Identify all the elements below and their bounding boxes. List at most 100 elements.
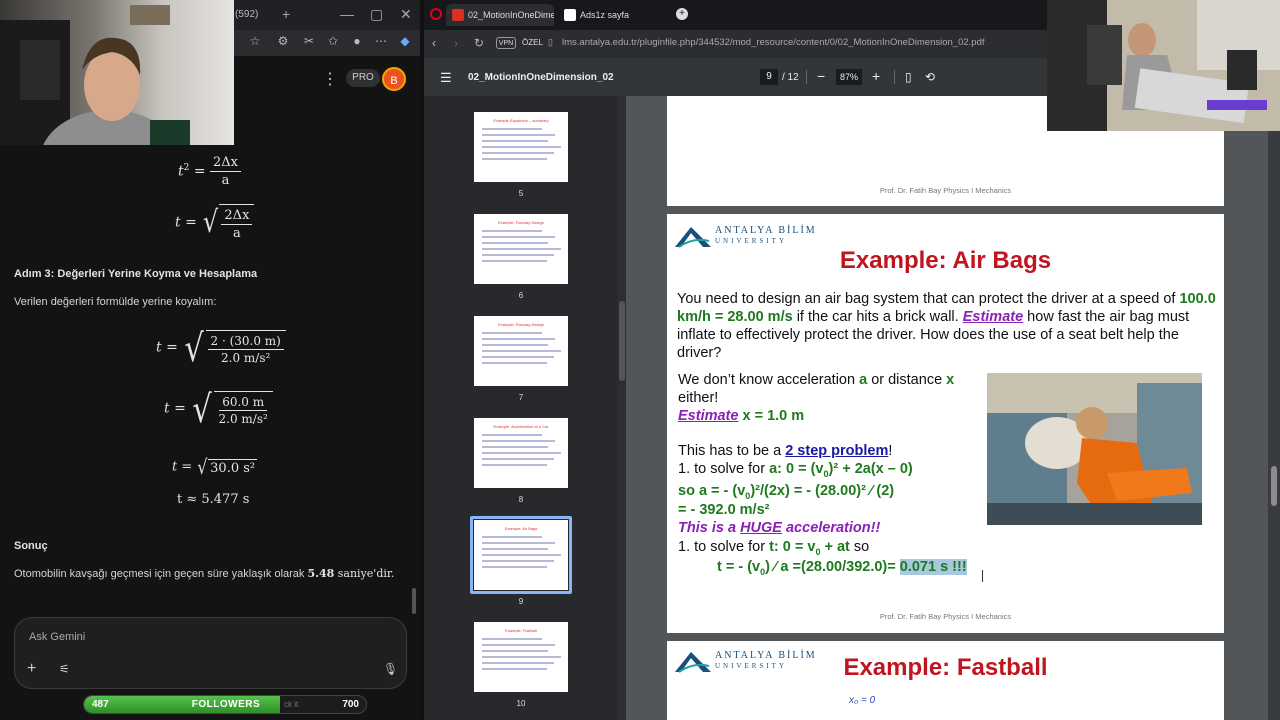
pdf-tab-icon [452,9,464,21]
toolbar-divider [806,70,807,84]
thumbnail-page-5[interactable]: Example Equations – summary [474,112,568,182]
p2-var-a: a [859,372,868,388]
menu-icon[interactable]: ☰ [440,70,452,86]
profile-icon[interactable]: ● [350,34,364,48]
p2-var-x: x [946,372,955,388]
thumbnail-line [482,134,555,136]
thumbnail-line [482,668,547,670]
followers-goal-bar: ck it 487 FOLLOWERS 700 [83,695,367,714]
eq4-num: 60.0 m [219,395,268,411]
thumbnail-page-6[interactable]: Example: Runway Design [474,214,568,284]
site-info-icon[interactable]: ▯ [548,37,553,48]
fit-page-icon[interactable]: ▯ [905,70,912,84]
mic-icon[interactable]: 🎙 [383,662,398,676]
thumbnail-line [482,644,555,646]
thumbnail-line [482,146,561,148]
step3-heading: Adım 3: Değerleri Yerine Koyma ve Hesapl… [14,268,258,280]
equation-t-sqrt: t = √ 2Δx a [175,204,255,241]
thumbnail-line [482,236,555,238]
zoom-input[interactable]: 87% [836,69,862,85]
pro-badge[interactable]: PRO [346,69,380,87]
result-text: Otomobilin kavşağı geçmesi için geçen sü… [14,567,394,580]
rotate-icon[interactable]: ⟲ [925,70,935,84]
thumbnail-line [482,128,542,130]
star-icon[interactable]: ☆ [248,34,262,48]
s1-eq: : 0 = (v [777,461,824,477]
p2-either: either! [678,390,719,406]
webcam-face-image [0,5,190,145]
private-label: ÖZEL [522,38,543,47]
s1-var: a [769,461,778,477]
pdf-viewer[interactable]: Prof. Dr. Fatih Bay Physics I Mechanics … [626,96,1280,720]
thumbnail-page-10[interactable]: Example: Fastball [474,622,568,692]
screenshot-icon[interactable]: ✂ [302,34,316,48]
opera-logo-icon[interactable] [430,8,442,20]
thumbnail-line [482,650,548,652]
minimize-icon[interactable]: — [340,6,354,22]
reload-icon[interactable]: ↻ [474,36,484,50]
huge-b: HUGE [740,520,782,536]
equation-substitute: t = √ 2 · (30.0 m) 2.0 m/s² [156,329,286,367]
logo-text: ANTALYA BİLİM [715,225,817,236]
webcam-room-image [1047,0,1280,131]
add-icon[interactable]: + [27,660,36,678]
thumbnail-line [482,248,561,250]
thumbnail-page-7[interactable]: Example: Runway Design [474,316,568,386]
close-icon[interactable]: ✕ [400,6,412,23]
eq5-value: 30.0 s² [208,458,258,476]
thumbnail-scrollbar[interactable] [618,96,626,720]
toolbar-divider-2 [894,70,895,84]
kebab-menu-icon[interactable]: ⋮ [322,69,338,89]
tab-count: (592) [235,9,259,20]
zoom-in-icon[interactable]: + [872,68,880,84]
huge-a: This is a [678,520,741,536]
tools-icon[interactable]: ⚟ [59,662,70,676]
so-line2: )²/(2x) = - (28.00)² ⁄ (2) [750,483,895,499]
tab-ads-label: Ads1z sayfa [580,10,630,20]
viewer-scrollbar[interactable] [1268,96,1280,720]
thumbnail-selection [470,516,572,594]
s1-label: 1. to solve for [678,461,770,477]
thumbnail-line [482,452,561,454]
logo-mark-icon [675,227,711,248]
vpn-badge[interactable]: VPN [496,37,516,49]
thumbnail-line [482,350,561,352]
chat-scrollbar[interactable] [412,588,416,614]
zoom-out-icon[interactable]: − [817,68,825,84]
thumbnail-line [482,230,542,232]
p2-or: or distance [867,372,947,388]
s2-so: so [849,539,870,555]
thumbnail-line [482,434,542,436]
url-field[interactable]: lms.antalya.edu.tr/pluginfile.php/344532… [562,37,985,48]
new-tab-button[interactable]: + [676,8,688,20]
tab-ads[interactable]: Ads1z sayfa [558,4,668,26]
handwritten-note: x₀ = 0 [849,695,876,706]
avatar[interactable]: B [382,67,406,91]
eq4-den: 2.0 m/s² [218,412,268,426]
thumbnail-line [482,344,548,346]
thumbnail-line [482,338,555,340]
thumbnail-number: 10 [516,699,526,708]
new-tab-icon[interactable]: + [282,6,290,22]
thumbnail-line [482,662,554,664]
t-line: t = - (v [717,559,761,575]
extension-icon[interactable]: ⚙ [276,34,290,48]
ask-gemini-input[interactable]: Ask Gemini + ⚟ 🎙 [14,617,407,689]
thumbnail-line [482,254,554,256]
copilot-icon[interactable]: ◆ [398,34,412,48]
p3-link: 2 step problem [785,443,889,459]
page-input[interactable]: 9 [760,69,778,85]
tab-pdf[interactable]: 02_MotionInOneDimensio [446,4,554,26]
huge-c: acceleration!! [781,520,881,536]
forward-icon[interactable]: › [454,36,458,50]
thumbnail-page-8[interactable]: Example: Acceleration of a Car [474,418,568,488]
followers-label: FOLLOWERS [191,699,261,710]
thumbnail-number: 6 [518,291,524,300]
more-icon[interactable]: ⋯ [374,34,388,48]
favorites-icon[interactable]: ✩ [326,34,340,48]
back-icon[interactable]: ‹ [432,36,436,50]
p1-text-b: if the car hits a brick wall. [792,309,963,325]
maximize-icon[interactable]: ▢ [370,6,383,23]
eq1-den: a [221,173,230,188]
t-result-highlight[interactable]: 0.071 s !!! [899,559,967,575]
